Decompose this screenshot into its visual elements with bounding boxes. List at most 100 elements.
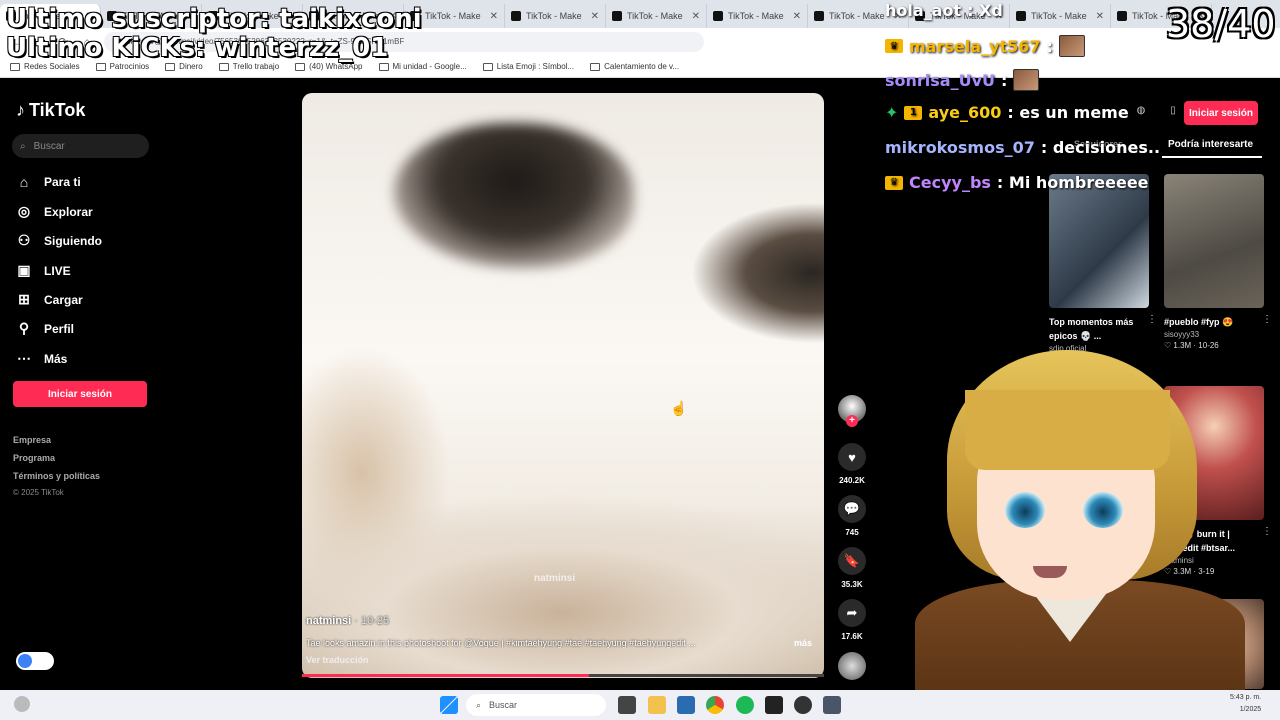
home-icon: ⌂: [19, 174, 29, 190]
share-button[interactable]: ➦ 17.6K: [836, 599, 868, 641]
tiktok-favicon-icon: [713, 11, 723, 21]
more-options-icon[interactable]: ⋮: [1147, 314, 1157, 325]
toggle-knob: [18, 654, 32, 668]
nav-live[interactable]: ▣ LIVE: [16, 262, 70, 279]
bookmark[interactable]: Trello trabajo: [218, 62, 279, 71]
tiktok-favicon-icon: [612, 11, 622, 21]
like-button[interactable]: ♥ 240.2K: [836, 443, 868, 485]
windows-start-icon[interactable]: [440, 696, 458, 714]
tiktok-favicon-icon: [814, 11, 824, 21]
crown-badge-icon: ♛: [885, 39, 903, 53]
more-options-icon[interactable]: ⋮: [1262, 314, 1272, 325]
upload-icon: ⊞: [18, 291, 30, 307]
suggested-video-card[interactable]: #pueblo #fyp 😍 sisoyyy33 ♡ 1.3M · 10-26 …: [1164, 174, 1272, 350]
browser-tab[interactable]: TikTok - Make ✕: [1010, 4, 1111, 28]
file-explorer-icon[interactable]: [648, 696, 666, 714]
bookmark[interactable]: Patrocinios: [95, 62, 149, 71]
nav-explore[interactable]: ◎ Explorar: [16, 203, 93, 220]
heart-icon: ♥: [838, 443, 866, 471]
spotify-icon[interactable]: [736, 696, 754, 714]
live-icon: ▣: [17, 262, 31, 278]
chat-message: mikrokosmos_07: decisiones..: [885, 138, 1161, 157]
video-author[interactable]: natminsi · 10-25: [306, 615, 389, 627]
phone-icon[interactable]: ▯: [1164, 101, 1182, 119]
folder-icon: [590, 62, 601, 71]
folder-icon: [165, 62, 176, 71]
tiktok-note-icon: ♪: [16, 100, 25, 120]
store-icon[interactable]: [677, 696, 695, 714]
nav-more[interactable]: ⋯ Más: [16, 350, 67, 367]
compass-icon: ◎: [17, 203, 31, 219]
bookmark[interactable]: Lista Emoji : Símbol...: [482, 62, 574, 71]
vtuber-bangs: [965, 390, 1170, 470]
nav-for-you[interactable]: ⌂ Para ti: [16, 174, 81, 190]
tab-underline: [1162, 156, 1262, 158]
video-progress-bar[interactable]: [302, 674, 824, 677]
save-button[interactable]: 🔖 35.3K: [836, 547, 868, 589]
close-tab-icon[interactable]: ✕: [591, 11, 599, 22]
google-drive-icon: [378, 62, 389, 71]
vtuber-right-eye: [1083, 492, 1123, 528]
coin-icon[interactable]: ◍: [1132, 101, 1150, 119]
browser-tab[interactable]: TikTok - Make ✕: [505, 4, 606, 28]
chat-message: ✦ 1 aye_600: es un meme: [885, 103, 1129, 122]
chat-message: ♛ marsela_yt567:: [885, 35, 1085, 57]
whatsapp-icon: [295, 62, 306, 71]
video-subject: [394, 123, 634, 268]
nav-upload[interactable]: ⊞ Cargar: [16, 291, 83, 308]
bookmark[interactable]: (40) WhatsApp: [295, 62, 363, 71]
video-caption: Tae looks amazin in this photoshoot for …: [306, 638, 696, 648]
tab-suggested[interactable]: Podría interesarte: [1168, 139, 1253, 150]
footer-link[interactable]: Empresa: [13, 435, 51, 445]
comment-icon: 💬: [838, 495, 866, 523]
video-thumbnail: [1164, 174, 1264, 308]
browser-tab[interactable]: TikTok - Make ✕: [707, 4, 808, 28]
sound-avatar[interactable]: [838, 652, 866, 680]
bookmark[interactable]: Mi unidad - Google...: [378, 62, 467, 71]
folder-icon: [95, 62, 106, 71]
close-tab-icon[interactable]: ✕: [490, 11, 498, 22]
close-tab-icon[interactable]: ✕: [692, 11, 700, 22]
close-tab-icon[interactable]: ✕: [793, 11, 801, 22]
suggested-video-card[interactable]: Top momentos más epicos 💀 ... sdip.ofici…: [1049, 174, 1157, 353]
system-clock[interactable]: 5:43 p. m. 1/2025: [1230, 692, 1261, 716]
task-view-icon[interactable]: [618, 696, 636, 714]
footer-link[interactable]: Términos y políticas: [13, 471, 100, 481]
translate-link[interactable]: Ver traducción: [306, 655, 369, 665]
caption-more-link[interactable]: más: [794, 638, 812, 648]
comment-button[interactable]: 💬 745: [836, 495, 868, 537]
more-options-icon[interactable]: ⋮: [1262, 526, 1272, 537]
chat-message: hola_aot: Xd: [885, 1, 1003, 20]
chat-message: ♛ Cecyy_bs: Mi hombreeeee: [885, 173, 1149, 192]
nav-profile[interactable]: ⚲ Perfil: [16, 320, 74, 337]
more-icon: ⋯: [17, 350, 31, 366]
vtube-studio-icon[interactable]: [823, 696, 841, 714]
nav-following[interactable]: ⚇ Siguiendo: [16, 232, 102, 249]
terminal-icon[interactable]: [765, 696, 783, 714]
taskbar-search[interactable]: ⌕ Buscar: [466, 694, 606, 716]
bookmark[interactable]: Dinero: [165, 62, 203, 71]
login-button[interactable]: Iniciar sesión: [13, 381, 147, 407]
widgets-icon[interactable]: [14, 696, 30, 712]
obs-icon[interactable]: [794, 696, 812, 714]
video-thumbnail: [1049, 174, 1149, 308]
login-button-top[interactable]: Iniciar sesión: [1184, 101, 1258, 125]
app-toggle[interactable]: [16, 652, 54, 670]
footer-link[interactable]: Programa: [13, 453, 55, 463]
mouse-cursor-icon: ☝: [670, 400, 688, 416]
follow-plus-icon[interactable]: +: [846, 415, 858, 427]
search-input[interactable]: ⌕ Buscar: [12, 134, 149, 158]
goal-counter: 38/40: [1166, 2, 1276, 46]
close-tab-icon[interactable]: ✕: [1096, 11, 1104, 22]
windows-taskbar: ⌕ Buscar 5:43 p. m. 1/2025: [0, 690, 1280, 720]
bookmark[interactable]: Calentamiento de v...: [590, 62, 679, 71]
video-player[interactable]: natminsi natminsi · 10-25 Tae looks amaz…: [302, 93, 824, 678]
progress-fill: [302, 674, 590, 677]
emote-icon: [1058, 35, 1085, 57]
bookmark[interactable]: Redes Sociales: [10, 62, 80, 71]
people-icon: ⚇: [17, 232, 31, 248]
tiktok-logo[interactable]: ♪ TikTok: [16, 100, 85, 121]
chrome-icon[interactable]: [706, 696, 724, 714]
browser-tab[interactable]: TikTok - Make ✕: [606, 4, 707, 28]
profile-icon: ⚲: [18, 320, 30, 336]
